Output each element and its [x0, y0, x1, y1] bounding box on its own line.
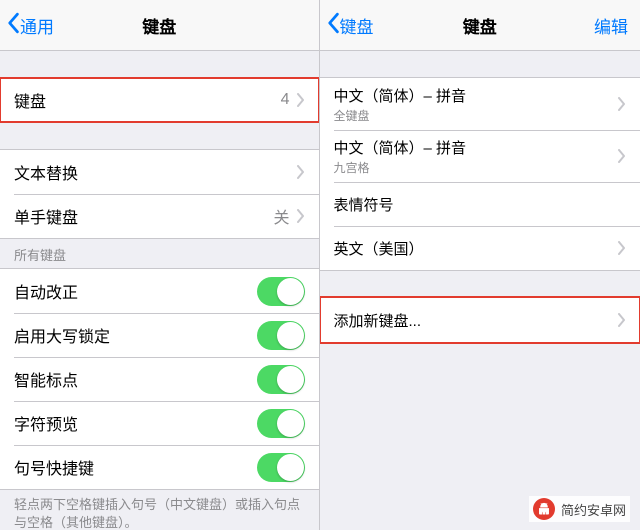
- chevron-right-icon: [617, 313, 626, 327]
- android-icon: [533, 498, 555, 520]
- watermark: 简约安卓网: [529, 496, 630, 522]
- text-replacement-row[interactable]: 文本替换: [0, 150, 319, 194]
- switch-on[interactable]: [257, 453, 305, 482]
- navbar-left: 通用 键盘: [0, 0, 319, 51]
- row-label: 表情符号: [334, 194, 627, 215]
- chevron-right-icon: [617, 97, 626, 111]
- chevron-right-icon: [296, 165, 305, 179]
- chevron-left-icon: [326, 12, 340, 39]
- period-shortcut-footer: 轻点两下空格键插入句号（中文键盘）或插入句点与空格（其他键盘）。: [0, 490, 319, 530]
- keyboard-item[interactable]: 英文（美国）: [320, 226, 640, 270]
- chevron-right-icon: [617, 241, 626, 255]
- row-label: 添加新键盘...: [334, 310, 618, 331]
- group-header-all-keyboards: 所有键盘: [0, 239, 319, 268]
- keyboard-item[interactable]: 中文（简体）– 拼音 全键盘: [320, 78, 640, 130]
- keyboard-item[interactable]: 表情符号: [320, 182, 640, 226]
- keyboards-row[interactable]: 键盘 4: [0, 78, 319, 122]
- switch-on[interactable]: [257, 321, 305, 350]
- settings-keyboard-pane: 通用 键盘 键盘 4 文本替换 单手键盘: [0, 0, 319, 530]
- row-label: 单手键盘: [14, 204, 273, 228]
- row-sublabel: 全键盘: [334, 107, 618, 124]
- row-sublabel: 九宫格: [334, 159, 618, 176]
- switch-on[interactable]: [257, 365, 305, 394]
- switch-on[interactable]: [257, 409, 305, 438]
- row-label: 字符预览: [14, 411, 257, 435]
- row-label: 中文（简体）– 拼音: [334, 85, 618, 106]
- caps-lock-row[interactable]: 启用大写锁定: [0, 313, 319, 357]
- switch-on[interactable]: [257, 277, 305, 306]
- back-button[interactable]: 键盘: [320, 12, 374, 39]
- chevron-left-icon: [6, 12, 20, 39]
- back-button[interactable]: 通用: [0, 12, 54, 39]
- chevron-right-icon: [296, 209, 305, 223]
- chevron-right-icon: [296, 93, 305, 107]
- one-handed-keyboard-row[interactable]: 单手键盘 关: [0, 194, 319, 238]
- keyboards-list-pane: 键盘 键盘 编辑 中文（简体）– 拼音 全键盘 中文（简体）– 拼音 九宫格: [319, 0, 640, 530]
- row-label: 句号快捷键: [14, 455, 257, 479]
- row-label: 键盘: [14, 88, 281, 112]
- edit-button[interactable]: 编辑: [594, 13, 628, 38]
- back-label: 键盘: [340, 13, 374, 38]
- row-label: 启用大写锁定: [14, 323, 257, 347]
- chevron-right-icon: [617, 149, 626, 163]
- watermark-text: 简约安卓网: [561, 500, 626, 519]
- row-label: 自动改正: [14, 279, 257, 303]
- char-preview-row[interactable]: 字符预览: [0, 401, 319, 445]
- row-label: 文本替换: [14, 160, 296, 184]
- row-label: 中文（简体）– 拼音: [334, 137, 618, 158]
- row-value: 4: [281, 91, 290, 109]
- autocorrect-row[interactable]: 自动改正: [0, 269, 319, 313]
- row-label: 智能标点: [14, 367, 257, 391]
- back-label: 通用: [20, 13, 54, 38]
- period-shortcut-row[interactable]: 句号快捷键: [0, 445, 319, 489]
- row-value: 关: [273, 204, 289, 228]
- add-new-keyboard-row[interactable]: 添加新键盘...: [320, 298, 640, 342]
- keyboard-item[interactable]: 中文（简体）– 拼音 九宫格: [320, 130, 640, 182]
- smart-punct-row[interactable]: 智能标点: [0, 357, 319, 401]
- navbar-right: 键盘 键盘 编辑: [320, 0, 640, 51]
- row-label: 英文（美国）: [334, 238, 618, 259]
